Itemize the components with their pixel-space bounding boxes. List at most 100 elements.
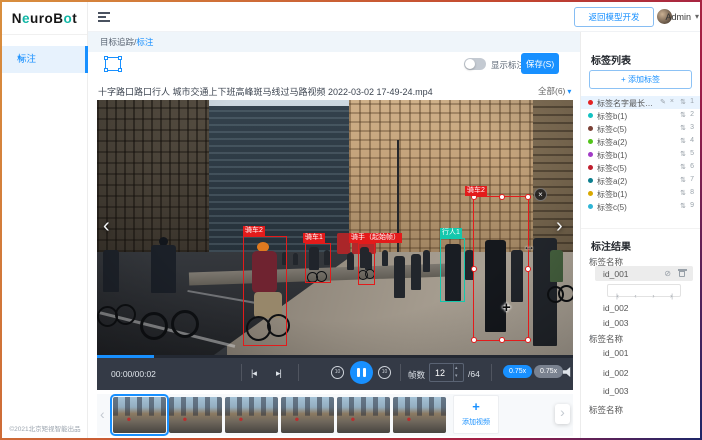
menu-icon[interactable] [98, 12, 110, 22]
pager-next-icon[interactable]: › [644, 291, 662, 302]
plus-icon: + [454, 400, 498, 413]
divider [491, 364, 492, 381]
label-item[interactable]: 标签名字最长数... ✎ × ⇅ 1 [581, 96, 700, 109]
speed-button-active[interactable]: 0.75x [503, 365, 532, 378]
result-item[interactable]: id_001 [603, 348, 629, 358]
delete-icon[interactable]: × [670, 98, 674, 105]
label-item[interactable]: 标签c(5) ⇅ 3 [581, 122, 700, 135]
resize-handle[interactable] [499, 337, 505, 343]
result-item[interactable]: id_003 [603, 386, 629, 396]
annotation-box[interactable] [358, 243, 375, 285]
next-frame-button[interactable]: ▸| [276, 368, 281, 379]
video-thumbnail[interactable] [169, 397, 222, 433]
breadcrumb-current: 标注 [136, 37, 153, 47]
result-item-selected[interactable]: id_001 ⊘ [595, 266, 693, 281]
label-item[interactable]: 标签b(1) ⇅ 5 [581, 148, 700, 161]
frame-pager: |‹‹››| [607, 284, 681, 297]
pager-first-icon[interactable]: |‹ [608, 291, 626, 302]
result-group[interactable]: ∨标签名称 [589, 333, 623, 345]
resize-handle[interactable] [499, 194, 505, 200]
label-name: 标签名字最长数... [597, 98, 657, 109]
result-id: id_001 [603, 269, 629, 279]
label-color-dot [588, 165, 593, 170]
frame-count-label: 帧数 [408, 369, 425, 381]
breadcrumb-parent[interactable]: 目标追踪 [100, 37, 134, 47]
show-annotation-toggle[interactable] [464, 58, 486, 70]
edit-icon[interactable]: ✎ [660, 98, 666, 106]
annotation-box-selected[interactable] [473, 196, 529, 341]
video-thumbnail[interactable] [281, 397, 334, 433]
back-to-model-button[interactable]: 返回模型开发 [574, 7, 654, 27]
result-group[interactable]: ›标签名称 [589, 404, 623, 416]
filter-value: 全部(6) [538, 86, 565, 96]
add-video-button[interactable]: + 添加视频 [453, 395, 499, 434]
eye-icon[interactable]: ⊘ [664, 269, 671, 278]
results-title: 标注结果 [591, 238, 631, 253]
label-name: 标签b(1) [597, 150, 657, 161]
shortcut-icon: ⇅ [680, 202, 686, 210]
video-thumbnail[interactable] [393, 397, 446, 433]
label-item[interactable]: 标签b(1) ⇅ 2 [581, 109, 700, 122]
screenshot-frame: NeuroBot ✎标注 ©2021北京矩视智能出品 返回模型开发 Admin … [0, 0, 702, 440]
close-icon[interactable]: × [534, 188, 547, 201]
show-annotation-label: 显示标注 [491, 59, 525, 71]
pencil-icon: ✎ [17, 46, 25, 73]
prev-frame-button[interactable]: |◂ [251, 368, 256, 379]
logo-letter: o [64, 11, 73, 26]
filter-dropdown[interactable]: 全部(6)▾ [538, 85, 571, 97]
annotation-box[interactable] [243, 236, 287, 346]
result-item[interactable]: id_003 [603, 318, 629, 328]
label-item[interactable]: 标签c(5) ⇅ 6 [581, 161, 700, 174]
trash-icon[interactable] [679, 271, 685, 277]
label-color-dot [588, 139, 593, 144]
resize-handle[interactable] [471, 337, 477, 343]
video-frame-image: 骑车2 骑车1 骑手（起始帧） 行人1 骑车2 × + ↔ ‹ › [97, 100, 573, 355]
label-item[interactable]: 标签b(1) ⇅ 8 [581, 187, 700, 200]
resize-handle[interactable] [525, 266, 531, 272]
stepper[interactable]: ▴▾ [453, 364, 463, 381]
forward-10-icon[interactable]: 10 [378, 366, 391, 379]
pause-button[interactable] [350, 361, 373, 384]
label-item[interactable]: 标签a(2) ⇅ 7 [581, 174, 700, 187]
annotation-box[interactable] [440, 238, 465, 302]
rect-select-tool-icon[interactable] [105, 57, 121, 71]
filmstrip-next-icon[interactable]: › [555, 404, 570, 424]
result-item[interactable]: id_002 [603, 368, 629, 378]
shortcut-number: 1 [690, 98, 694, 105]
progress-bar[interactable] [97, 355, 573, 358]
sidebar-item-annotate[interactable]: ✎标注 [2, 46, 88, 73]
divider [241, 364, 242, 381]
annotation-box[interactable] [305, 243, 331, 283]
volume-icon[interactable] [563, 367, 573, 377]
label-item[interactable]: 标签c(5) ⇅ 9 [581, 200, 700, 213]
add-label-button[interactable]: + 添加标签 [589, 70, 692, 89]
right-panel: 标签列表 + 添加标签 标签名字最长数... ✎ × ⇅ 1 标签b(1) ⇅ … [580, 32, 700, 438]
prev-video-chevron[interactable]: ‹ [103, 216, 110, 236]
resize-handle[interactable] [525, 194, 531, 200]
pager-last-icon[interactable]: ›| [662, 291, 680, 302]
video-thumbnail-selected[interactable] [113, 397, 166, 433]
label-color-dot [588, 178, 593, 183]
resize-cursor: ↔ [523, 239, 535, 253]
rewind-10-icon[interactable]: 10 [331, 366, 344, 379]
frame-number-input[interactable]: 12 ▴▾ [429, 363, 464, 382]
resize-handle[interactable] [525, 337, 531, 343]
label-name: 标签c(5) [597, 124, 657, 135]
shortcut-icon: ⇅ [680, 98, 686, 106]
speed-button[interactable]: 0.75x [534, 365, 563, 378]
filmstrip-prev-icon[interactable]: ‹ [100, 406, 105, 422]
next-video-chevron[interactable]: › [556, 216, 563, 236]
result-item[interactable]: id_002 [603, 303, 629, 313]
user-name[interactable]: Admin [665, 12, 691, 22]
pager-prev-icon[interactable]: ‹ [626, 291, 644, 302]
video-thumbnail[interactable] [337, 397, 390, 433]
label-list-title: 标签列表 [591, 52, 631, 67]
save-button[interactable]: 保存(S) [521, 53, 559, 74]
shortcut-number: 7 [690, 176, 694, 183]
label-name: 标签a(2) [597, 176, 657, 187]
resize-handle[interactable] [471, 266, 477, 272]
logo-letter: N [12, 11, 22, 26]
label-item[interactable]: 标签a(2) ⇅ 4 [581, 135, 700, 148]
annotation-label: 骑车1 [303, 233, 325, 243]
video-thumbnail[interactable] [225, 397, 278, 433]
